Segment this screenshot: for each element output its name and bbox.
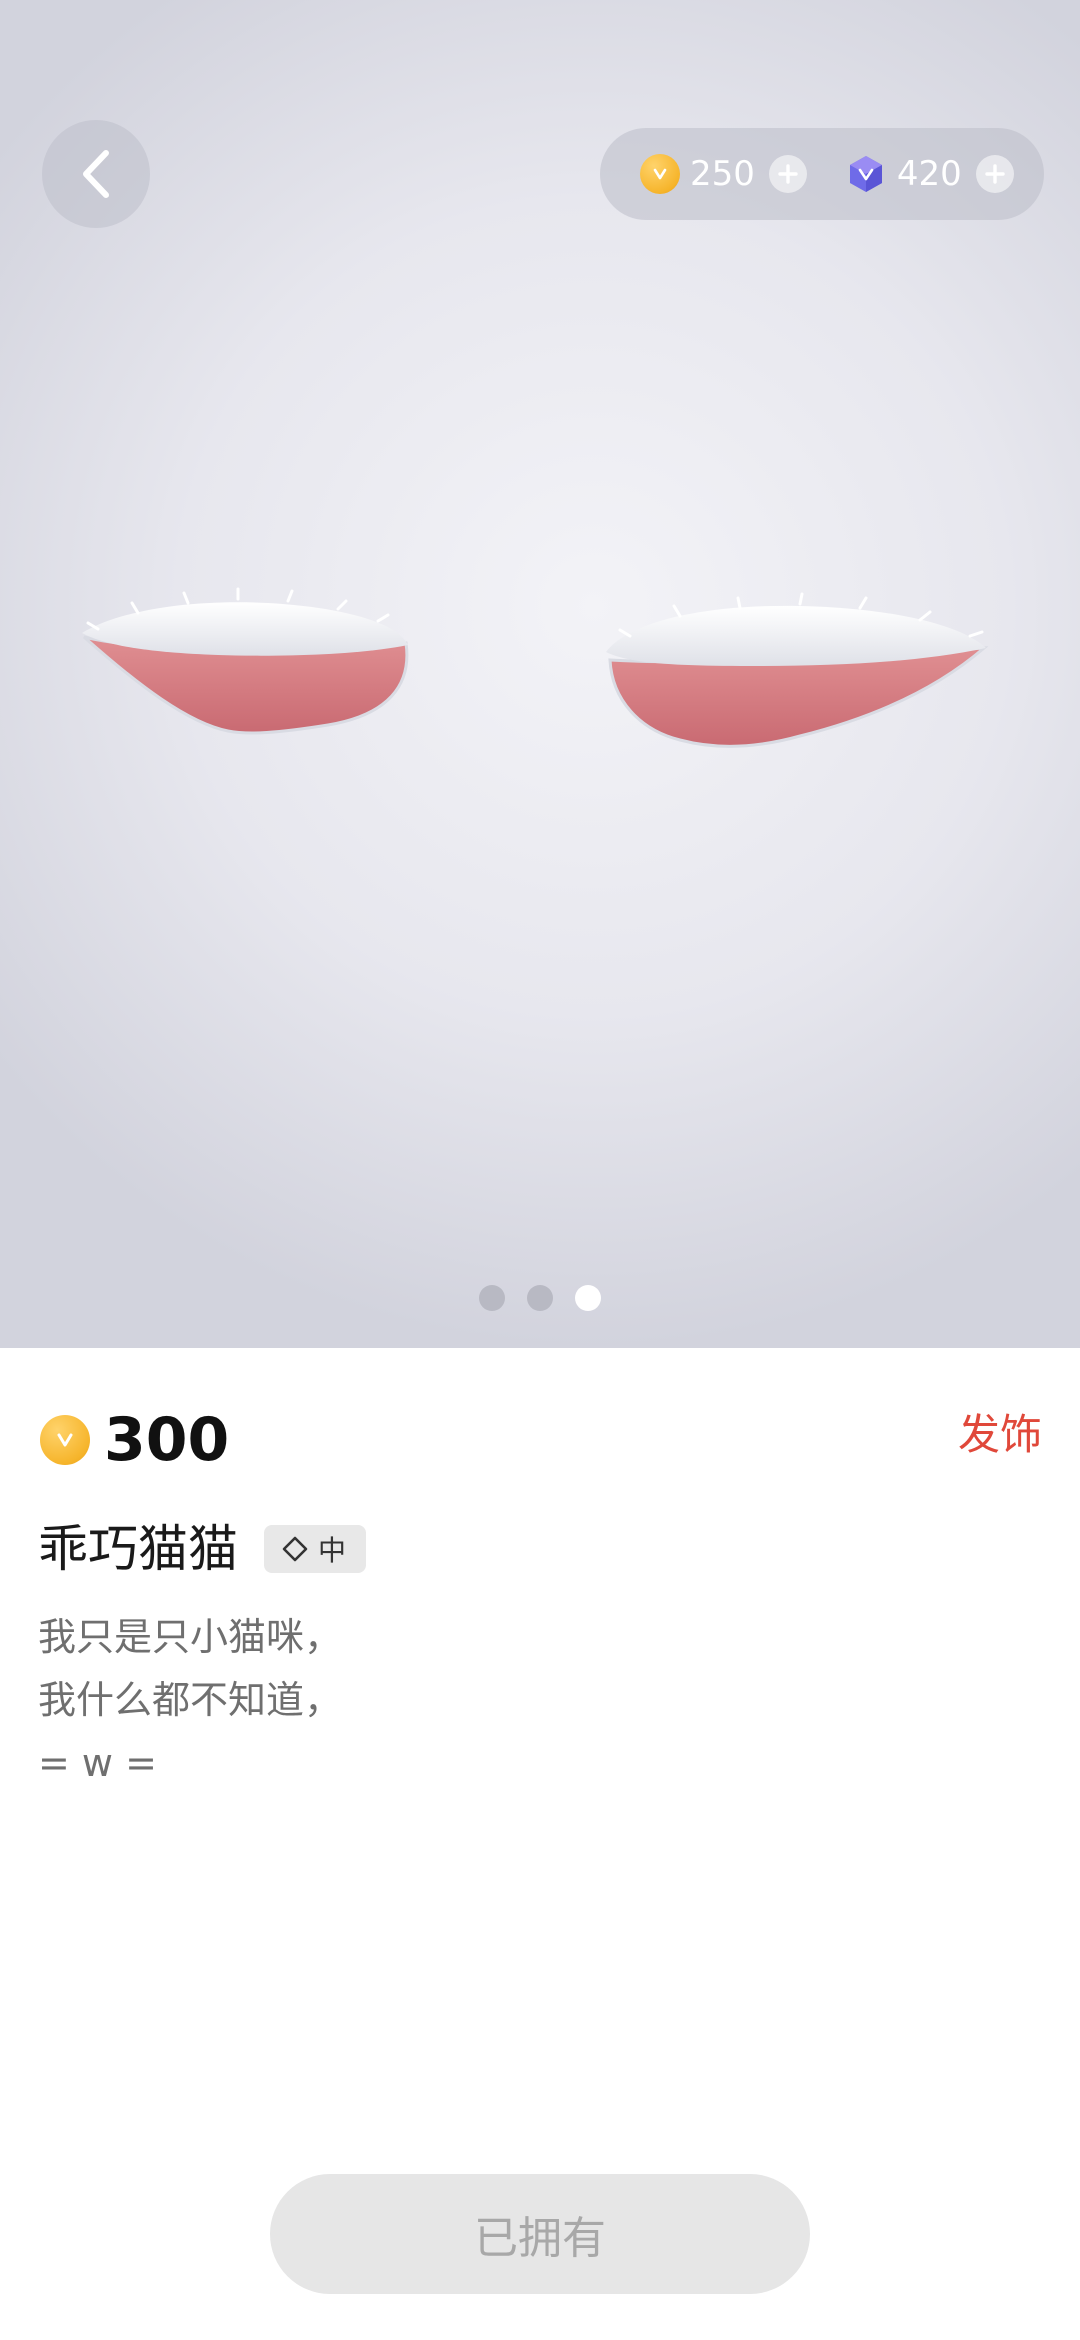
cat-ear-right-model[interactable]: [600, 590, 990, 760]
gold-amount: 250: [690, 154, 755, 194]
add-gem-button[interactable]: [975, 155, 1014, 193]
plus-icon: [778, 164, 798, 184]
page-indicator: [0, 1285, 1080, 1311]
blue-gem-icon: [849, 156, 882, 192]
item-preview: 250 420: [0, 0, 1080, 1348]
item-name: 乖巧猫猫: [38, 1520, 238, 1578]
gem-amount: 420: [896, 154, 962, 194]
description-line: = w =: [38, 1741, 157, 1785]
page-dot[interactable]: [479, 1285, 505, 1311]
add-gold-button[interactable]: [768, 155, 807, 193]
price-row: 300: [40, 1410, 229, 1470]
chevron-left-icon: [83, 150, 109, 198]
diamond-outline-icon: [282, 1536, 308, 1562]
gold-coin-icon: [640, 154, 680, 194]
description-line: 我只是只小猫咪，: [38, 1615, 343, 1659]
category-link[interactable]: 发饰: [958, 1414, 1042, 1456]
gem-balance: 420: [845, 153, 1014, 195]
owned-button[interactable]: 已拥有: [270, 2174, 810, 2294]
gold-coin-icon: [40, 1415, 90, 1465]
page-dot[interactable]: [527, 1285, 553, 1311]
plus-icon: [985, 164, 1005, 184]
cat-ear-left-model[interactable]: [78, 585, 418, 745]
back-button[interactable]: [42, 120, 150, 228]
gold-balance: 250: [640, 154, 807, 194]
description-line: 我什么都不知道，: [38, 1678, 343, 1722]
rarity-badge: 中: [264, 1525, 367, 1573]
item-price: 300: [104, 1405, 230, 1475]
currency-bar: 250 420: [600, 128, 1044, 220]
item-description: 我只是只小猫咪， 我什么都不知道， = w =: [38, 1606, 342, 1795]
rarity-label: 中: [318, 1534, 347, 1567]
page-dot-active[interactable]: [575, 1285, 601, 1311]
item-name-row: 乖巧猫猫 中: [38, 1520, 367, 1578]
